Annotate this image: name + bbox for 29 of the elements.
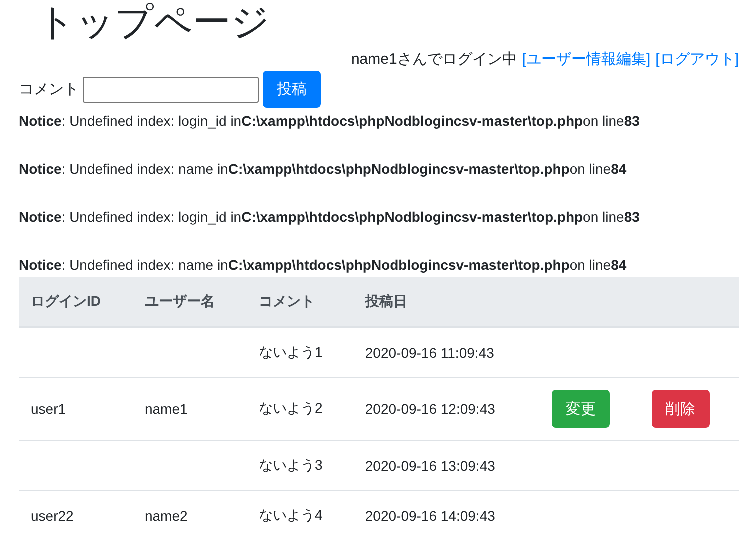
table-cell: name1	[144, 401, 188, 417]
notice-message: Notice: Undefined index: login_id inC:\xampp\htdocs\phpNodblogincsv-master\top.phpon line83	[19, 209, 641, 226]
table-cell: user1	[31, 401, 66, 417]
header-link[interactable]: [ログアウト]	[656, 50, 739, 69]
table-cell: ないよう4	[258, 506, 323, 522]
table-cell: 2020-09-16 12:09:43	[365, 401, 496, 417]
column-header: 投稿日	[353, 277, 540, 327]
edit-button[interactable]: 変更	[552, 390, 610, 428]
table-cell: ないよう2	[258, 400, 323, 416]
login-status: name1さんでログイン中	[351, 50, 518, 69]
table-cell: ないよう3	[258, 456, 323, 472]
page-title: トップページ	[37, 1, 271, 46]
table-cell: 2020-09-16 13:09:43	[365, 458, 496, 474]
notice-message: Notice: Undefined index: name inC:\xampp\htdocs\phpNodblogincsv-master\top.phpon line84	[19, 257, 628, 274]
column-header: ログインID	[19, 277, 133, 327]
post-button[interactable]: 投稿	[263, 71, 321, 108]
delete-button[interactable]: 削除	[652, 390, 710, 428]
notice-message: Notice: Undefined index: login_id inC:\xampp\htdocs\phpNodblogincsv-master\top.phpon line83	[19, 113, 641, 130]
column-header: ユーザー名	[132, 277, 247, 327]
header-link[interactable]: [ユーザー情報編集]	[522, 50, 651, 69]
column-header: コメント	[246, 277, 354, 327]
comment-label: コメント	[19, 80, 79, 99]
table-cell: 2020-09-16 11:09:43	[365, 344, 494, 360]
table-cell: ないよう1	[258, 344, 323, 360]
table-cell: 2020-09-16 14:09:43	[365, 508, 496, 524]
comment-field[interactable]	[83, 76, 259, 102]
table-cell: name2	[144, 508, 188, 524]
notice-message: Notice: Undefined index: name inC:\xampp\htdocs\phpNodblogincsv-master\top.phpon line84	[19, 161, 628, 178]
table-cell: user22	[31, 508, 74, 524]
